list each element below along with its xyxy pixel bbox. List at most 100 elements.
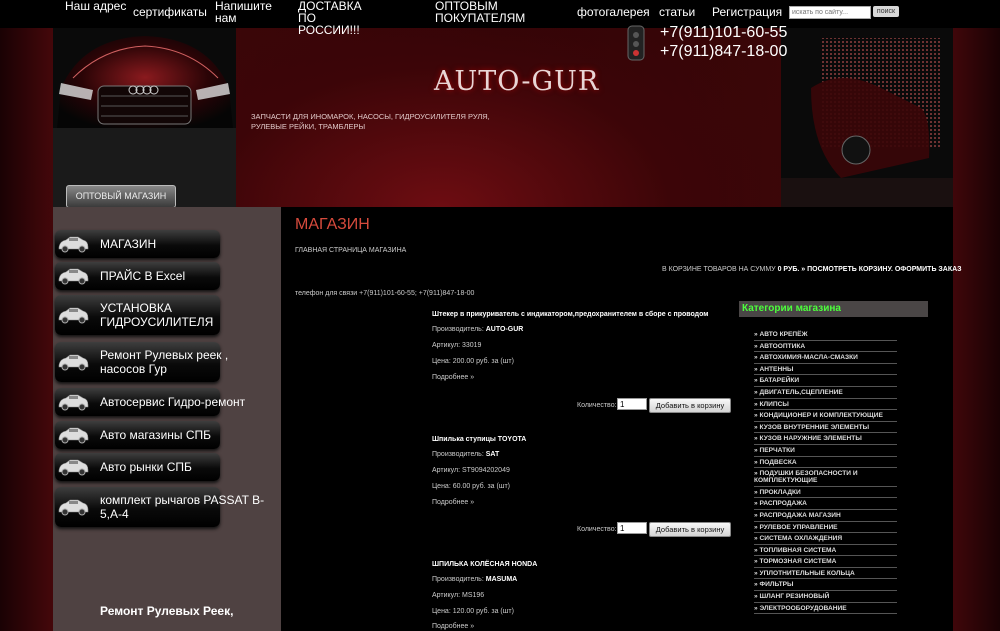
nav-certificates-link[interactable]: сертификаты [133, 6, 207, 18]
car-icon [58, 394, 89, 411]
site-logo[interactable]: AUTO-GUR [434, 66, 599, 97]
quantity-label: Количество: [577, 402, 617, 409]
category-link[interactable]: » ПЕРЧАТКИ [754, 445, 897, 457]
nav-articles-link[interactable]: статьи [659, 6, 695, 18]
checkout-link[interactable]: ОФОРМИТЬ ЗАКАЗ [895, 266, 962, 273]
cart-sum: 0 РУБ. [777, 266, 800, 273]
maker-value: SAT [485, 451, 500, 458]
product-price: Цена: 120.00 руб. за (шт) [432, 608, 514, 615]
product-title[interactable]: Штекер в прикуриватель с индикатором,пре… [432, 311, 708, 318]
sidebar-menu-item[interactable]: комплект рычагов PASSAT B-5,А-4 [55, 487, 264, 527]
phone-number-2: +7(911)847-18-00 [660, 43, 788, 60]
nav-write-us-link[interactable]: Напишите нам [215, 0, 272, 24]
maker-label: Производитель: [432, 576, 484, 583]
car-key-icon [627, 25, 645, 61]
sidebar-menu-label: комплект рычагов PASSAT B-5,А-4 [100, 493, 265, 521]
site-tagline: ЗАПЧАСТИ ДЛЯ ИНОМАРОК, НАСОСЫ, ГИДРОУСИЛ… [251, 112, 490, 131]
sidebar-menu-item[interactable]: УСТАНОВКА ГИДРОУСИЛИТЕЛЯ [55, 295, 220, 335]
car-icon [58, 236, 89, 253]
product-maker: Производитель: MASUMA [432, 576, 517, 583]
maker-value: AUTO-GUR [485, 326, 524, 333]
cart-summary: В КОРЗИНЕ ТОВАРОВ НА СУММУ 0 РУБ. » ПОСМ… [662, 266, 962, 273]
header-car-image [53, 28, 236, 208]
car-icon [58, 268, 89, 285]
category-link[interactable]: » СИСТЕМА ОХЛАЖДЕНИЯ [754, 533, 897, 545]
product-more-link[interactable]: Подробнее » [432, 623, 474, 630]
category-link[interactable]: » КУЗОВ ВНУТРЕННИЕ ЭЛЕМЕНТЫ [754, 422, 897, 434]
category-link[interactable]: » АВТО КРЕПЁЖ [754, 329, 897, 341]
sidebar-menu-label: Ремонт Рулевых реек , насосов Гур [100, 348, 229, 376]
product-sku: Артикул: 33019 [432, 342, 482, 349]
category-link[interactable]: » БАТАРЕЙКИ [754, 375, 897, 387]
wholesale-shop-button[interactable]: ОПТОВЫЙ МАГАЗИН [66, 185, 176, 208]
car-side-illustration [781, 28, 953, 208]
sidebar-menu-label: Авто рынки СПБ [100, 460, 192, 474]
product-sku: Артикул: ST9094202049 [432, 467, 510, 474]
sidebar-menu-item[interactable]: Автосервис Гидро-ремонт [55, 388, 245, 416]
category-link[interactable]: » КЛИПСЫ [754, 399, 897, 411]
sidebar-menu-label: УСТАНОВКА ГИДРОУСИЛИТЕЛЯ [100, 301, 214, 329]
category-link[interactable]: » РАСПРОДАЖА [754, 498, 897, 510]
search-button[interactable]: поиск [873, 6, 899, 17]
phone-number-1: +7(911)101-60-55 [660, 24, 788, 41]
nav-address-link[interactable]: Наш адрес [65, 0, 126, 12]
category-link[interactable]: » ПРОКЛАДКИ [754, 487, 897, 499]
category-link[interactable]: » ПОДУШКИ БЕЗОПАСНОСТИ И КОМПЛЕКТУЮЩИЕ [754, 468, 897, 487]
categories-list: » АВТО КРЕПЁЖ» АВТООПТИКА» АВТОХИМИЯ-МАС… [754, 329, 897, 615]
contact-phones: телефон для связи +7(911)101-60-55; +7(9… [295, 290, 475, 297]
category-link[interactable]: » ДВИГАТЕЛЬ,СЦЕПЛЕНИЕ [754, 387, 897, 399]
category-link[interactable]: » АВТОХИМИЯ-МАСЛА-СМАЗКИ [754, 352, 897, 364]
sidebar-menu-item[interactable]: Авто рынки СПБ [55, 453, 220, 481]
category-link[interactable]: » ПОДВЕСКА [754, 457, 897, 469]
quantity-input[interactable]: 1 [617, 522, 647, 534]
car-icon [58, 499, 89, 516]
category-link[interactable]: » РАСПРОДАЖА МАГАЗИН [754, 510, 897, 522]
product-maker: Производитель: SAT [432, 451, 499, 458]
sidebar-menu-item[interactable]: Авто магазины СПБ [55, 421, 220, 449]
product-more-link[interactable]: Подробнее » [432, 499, 474, 506]
sidebar-menu-item[interactable]: Ремонт Рулевых реек , насосов Гур [55, 342, 228, 382]
category-link[interactable]: » ЭЛЕКТРООБОРУДОВАНИЕ [754, 603, 897, 615]
nav-delivery-link[interactable]: ДОСТАВКА ПО РОССИИ!!! [298, 0, 378, 36]
nav-wholesale-link[interactable]: ОПТОВЫМ ПОКУПАТЕЛЯМ [435, 0, 525, 24]
sidebar-menu-item[interactable]: МАГАЗИН [55, 230, 220, 258]
category-link[interactable]: » ТОПЛИВНАЯ СИСТЕМА [754, 545, 897, 557]
product-title[interactable]: Шпилька ступицы TOYOTA [432, 436, 526, 443]
sidebar-menu-item[interactable]: ПРАЙС В Excel [55, 262, 220, 290]
categories-heading: Категории магазина [739, 301, 928, 317]
maker-value: MASUMA [485, 576, 518, 583]
nav-gallery-link[interactable]: фотогалерея [577, 6, 650, 18]
view-cart-link[interactable]: » ПОСМОТРЕТЬ КОРЗИНУ. [801, 266, 893, 273]
category-link[interactable]: » УПЛОТНИТЕЛЬНЫЕ КОЛЬЦА [754, 568, 897, 580]
category-link[interactable]: » ШЛАНГ РЕЗИНОВЫЙ [754, 591, 897, 603]
category-link[interactable]: » АНТЕННЫ [754, 364, 897, 376]
category-link[interactable]: » ТОРМОЗНАЯ СИСТЕМА [754, 556, 897, 568]
maker-label: Производитель: [432, 326, 484, 333]
header-car-side-image [781, 28, 953, 208]
product-title[interactable]: ШПИЛЬКА КОЛЁСНАЯ HONDA [432, 561, 537, 568]
top-nav-bar: Наш адрес сертификаты Напишите нам ДОСТА… [0, 0, 1000, 36]
product-price: Цена: 200.00 руб. за (шт) [432, 358, 514, 365]
nav-registration-link[interactable]: Регистрация [712, 6, 782, 18]
product-sku: Артикул: MS196 [432, 592, 485, 599]
category-link[interactable]: » РУЛЕВОЕ УПРАВЛЕНИЕ [754, 522, 897, 534]
car-icon [58, 427, 89, 444]
product-maker: Производитель: AUTO-GUR [432, 326, 523, 333]
add-to-cart-button[interactable]: Добавить в корзину [649, 522, 731, 537]
add-to-cart-button[interactable]: Добавить в корзину [649, 398, 731, 413]
sidebar-menu-label: Авто магазины СПБ [100, 428, 212, 442]
product-more-link[interactable]: Подробнее » [432, 374, 474, 381]
search-input[interactable] [789, 6, 871, 19]
category-link[interactable]: » ФИЛЬТРЫ [754, 579, 897, 592]
car-icon [58, 354, 89, 371]
category-link[interactable]: » КОНДИЦИОНЕР И КОМПЛЕКТУЮЩИЕ [754, 410, 897, 422]
quantity-label: Количество: [577, 526, 617, 533]
sidebar-menu-label: Автосервис Гидро-ремонт [100, 395, 246, 409]
quantity-input[interactable]: 1 [617, 398, 647, 410]
sidebar-menu-label: ПРАЙС В Excel [100, 269, 186, 283]
maker-label: Производитель: [432, 451, 484, 458]
category-link[interactable]: » АВТООПТИКА [754, 341, 897, 353]
car-icon [58, 307, 89, 324]
breadcrumb[interactable]: ГЛАВНАЯ СТРАНИЦА МАГАЗИНА [295, 247, 406, 254]
category-link[interactable]: » КУЗОВ НАРУЖНИЕ ЭЛЕМЕНТЫ [754, 433, 897, 445]
